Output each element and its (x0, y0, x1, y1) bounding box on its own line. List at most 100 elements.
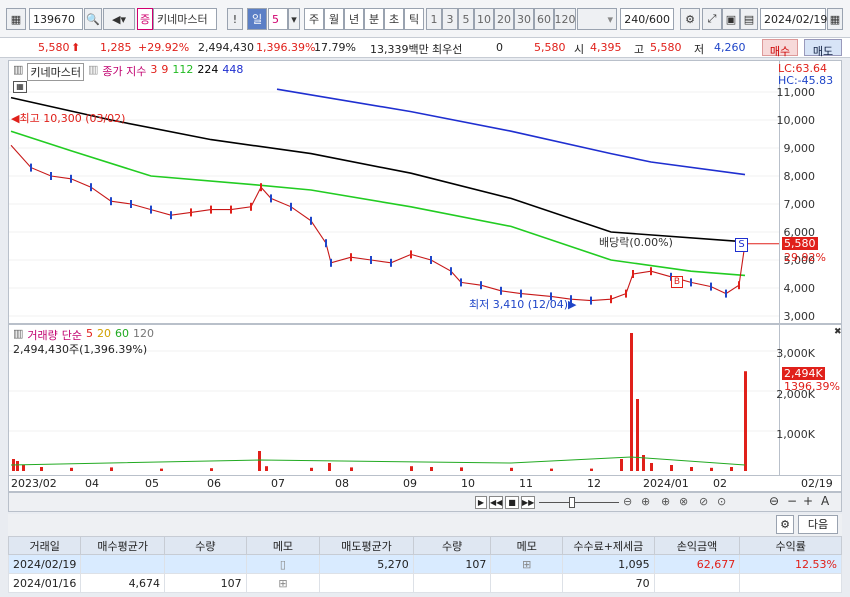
cell-buy-avg: 4,674 (80, 573, 166, 593)
data-count-value: 240/600 (624, 12, 670, 26)
plus-icon[interactable]: + (803, 494, 813, 508)
stock-code-input[interactable]: 139670 (29, 8, 83, 30)
minute-30-button[interactable]: 30 (514, 8, 534, 30)
reset-icon[interactable]: ⊘ (699, 495, 708, 508)
period-month-button[interactable]: 월 (324, 8, 344, 30)
price-change-rate: +29.92% (138, 41, 190, 54)
calendar-icon[interactable]: ▦ (827, 8, 843, 30)
grid-toggle-icon[interactable]: ▦ (13, 81, 27, 93)
priority-label: 최우선 (432, 43, 463, 56)
zoom-out-icon[interactable]: ⊖ (623, 495, 632, 508)
period-minute-label: 분 (368, 13, 380, 26)
scroll-right-icon[interactable]: ▶ (475, 496, 487, 509)
candle (710, 282, 712, 291)
x-tick-2023-02: 2023/02 (11, 477, 57, 490)
minute-60-button[interactable]: 60 (534, 8, 554, 30)
vol-tick-2000k: 2,000K (776, 388, 815, 401)
minute-5-button[interactable]: 5 (458, 8, 474, 30)
close-pane-icon[interactable]: ✖ (834, 327, 842, 337)
compare-chart-icon[interactable]: ⤢ (702, 8, 722, 30)
volume-bar (160, 468, 163, 471)
price-change: 1,285 (100, 41, 132, 54)
custom-period-select[interactable]: ▾ (577, 8, 617, 30)
info-icon[interactable]: ⊙ (717, 495, 726, 508)
minus-icon[interactable]: − (787, 494, 797, 508)
save-icon[interactable]: ▣ (722, 8, 740, 30)
cell-sell-avg (319, 573, 414, 593)
table-row[interactable]: 2024/01/16 4,674 107 ⊞ 70 (7, 573, 842, 593)
pane-menu-icon[interactable]: ▥ (13, 63, 23, 81)
minute-120-button[interactable]: 120 (554, 8, 576, 30)
buy-button[interactable]: 매수 (762, 39, 798, 58)
period-year-button[interactable]: 년 (344, 8, 364, 30)
period-day-button[interactable]: 일 (247, 8, 267, 30)
data-count-input[interactable]: 240/600 (620, 8, 674, 30)
zoom-slider-handle[interactable] (569, 497, 575, 508)
cell-return (739, 573, 842, 593)
candle (650, 267, 652, 276)
stock-code-value: 139670 (33, 12, 75, 26)
memo-icon[interactable]: ▯ (280, 558, 286, 571)
volume-chart-pane[interactable]: ▥ 거래량 단순 5 20 60 120 2,494,430주(1,396.39… (8, 324, 780, 476)
memo-add-icon[interactable]: ⊞ (522, 558, 531, 571)
candle (50, 172, 52, 180)
price-chart-pane[interactable]: ▥ 키네마스터 ▥ 종가 지수 3 9 112 224 448 ▦ ◀최고 10… (8, 60, 780, 324)
sell-signal-marker[interactable]: S (735, 238, 748, 252)
ma112-line (10, 130, 746, 277)
volume-bar (710, 467, 713, 471)
ma224-label: 224 (197, 63, 219, 76)
stop-icon[interactable]: ■ (505, 496, 519, 509)
volume-bar (430, 467, 433, 471)
fit-icon[interactable]: ⊗ (679, 495, 688, 508)
period-second-button[interactable]: 초 (384, 8, 404, 30)
alert-icon[interactable]: ! (227, 8, 243, 30)
gear-icon[interactable]: ⚙ (776, 515, 794, 534)
period-week-button[interactable]: 주 (304, 8, 324, 30)
sound-dropdown-icon[interactable]: ◀▾ (103, 8, 135, 30)
stock-name-field[interactable]: 키네마스터 (153, 8, 217, 30)
period-dropdown-icon[interactable]: ▾ (288, 8, 300, 30)
legend-separator-icon: ▥ (88, 63, 99, 76)
zoom-in-icon[interactable]: ⊕ (641, 495, 650, 508)
zoom-slider[interactable] (539, 496, 619, 509)
minute-3-button[interactable]: 3 (442, 8, 458, 30)
memo-add-icon[interactable]: ⊞ (278, 577, 287, 590)
trade-amount: 13,339백만 (370, 43, 429, 56)
col-sell-avg: 매도평균가 (319, 536, 414, 555)
table-row[interactable]: 2024/02/19 ▯ 5,270 107 ⊞ 1,095 62,677 12… (7, 554, 842, 574)
minute-20-label: 20 (497, 12, 511, 26)
date-input[interactable]: 2024/02/19 (760, 8, 827, 30)
minute-10-button[interactable]: 10 (474, 8, 494, 30)
rewind-icon[interactable]: ◀◀ (489, 496, 503, 509)
forward-icon[interactable]: ▶▶ (521, 496, 535, 509)
search-icon[interactable]: 🔍 (84, 8, 102, 30)
cell-buy-memo[interactable]: ▯ (245, 554, 321, 574)
buy-signal-label: B (673, 277, 681, 287)
period-number-input[interactable]: 5 (268, 8, 288, 30)
ruler-icon[interactable]: ▤ (740, 8, 758, 30)
x-tick-08: 08 (335, 477, 349, 490)
period-minute-button[interactable]: 분 (364, 8, 384, 30)
layout-icon[interactable]: ▦ (6, 8, 26, 30)
minute-1-button[interactable]: 1 (426, 8, 442, 30)
volume-bar (110, 467, 113, 471)
cell-sell-memo[interactable]: ⊞ (490, 554, 563, 574)
font-size-icon[interactable]: A (821, 494, 829, 508)
cell-buy-memo[interactable]: ⊞ (245, 573, 321, 593)
buy-signal-marker[interactable]: B (671, 276, 683, 288)
x-tick-2024-02: 02 (713, 477, 727, 490)
period-tick-button[interactable]: 틱 (404, 8, 424, 30)
indicator-icon[interactable]: ⚙ (680, 8, 700, 30)
high-annotation-text: 최고 10,300 (03/02) (19, 112, 126, 125)
sell-button[interactable]: 매도 (804, 39, 842, 58)
open-label: 시 (574, 43, 585, 56)
cell-sell-qty (412, 573, 492, 593)
zoom-minus-icon[interactable]: ⊖ (769, 494, 779, 508)
volume-bar (328, 463, 331, 471)
x-tick-06: 06 (207, 477, 221, 490)
cell-buy-avg (80, 554, 166, 574)
crosshair-icon[interactable]: ⊕ (661, 495, 670, 508)
volume-bar (620, 459, 623, 471)
minute-20-button[interactable]: 20 (494, 8, 514, 30)
next-button[interactable]: 다음 (798, 515, 838, 534)
